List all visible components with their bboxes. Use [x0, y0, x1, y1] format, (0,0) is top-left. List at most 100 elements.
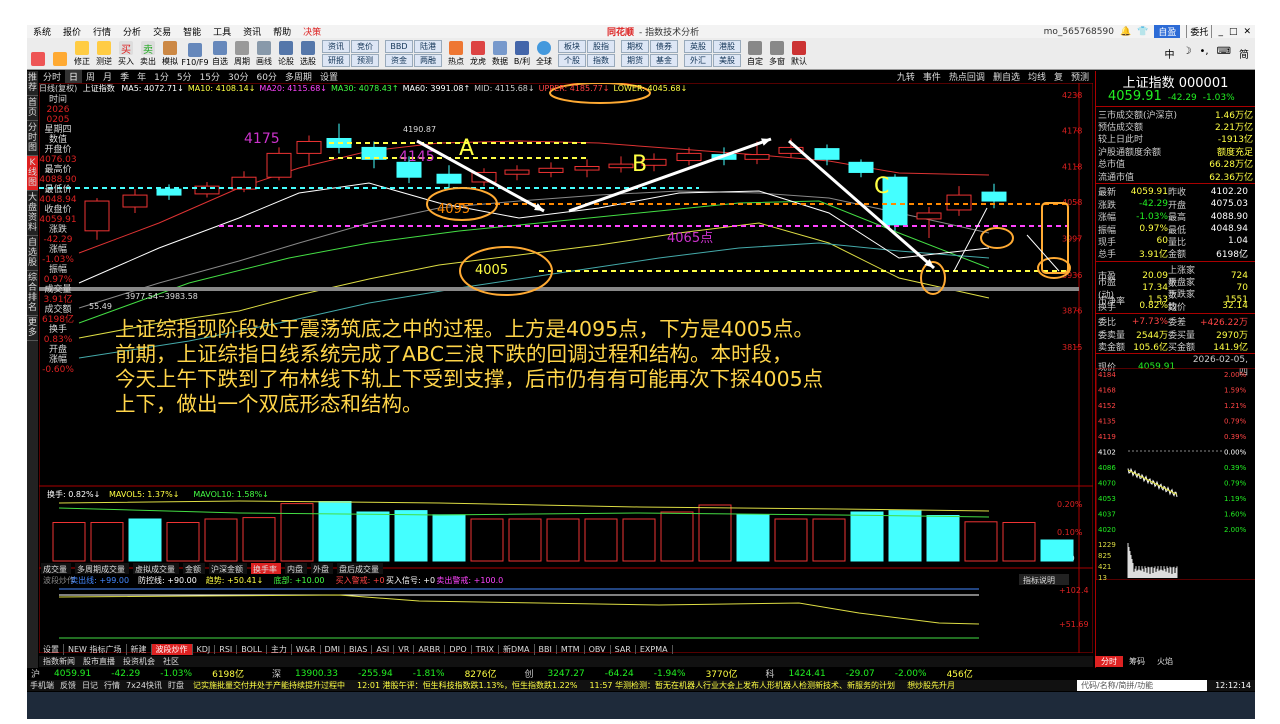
period-tab[interactable]: 月	[99, 70, 116, 83]
index-ticker-item[interactable]: 创	[520, 667, 537, 680]
toolbar-default-button[interactable]: 默认	[788, 38, 810, 68]
news-button[interactable]: 资讯	[322, 40, 350, 53]
period-tab-active[interactable]: 日	[65, 70, 83, 83]
period-tab[interactable]: 多周期	[281, 70, 316, 83]
toolbar-grid-button[interactable]	[27, 38, 49, 68]
menu-tools[interactable]: 工具	[207, 25, 237, 38]
toolbar-bl-button[interactable]: B/利	[511, 38, 533, 68]
right-tab-chips[interactable]: 筹码	[1123, 656, 1151, 667]
toolbar-dragon-button[interactable]: 龙虎	[467, 38, 489, 68]
period-tab[interactable]: 1分	[150, 70, 173, 83]
period-right-tab[interactable]: 均线	[1024, 70, 1050, 83]
index-ticker-item[interactable]: 科	[761, 667, 778, 680]
menu-system[interactable]: 系统	[27, 25, 57, 38]
funds-button[interactable]: 资金	[385, 54, 413, 67]
toolbar-hot-button[interactable]: 热点	[445, 38, 467, 68]
option-button[interactable]: 期权	[621, 40, 649, 53]
indicator-tab[interactable]: TRIX	[472, 644, 499, 654]
bbd-button[interactable]: BBD	[385, 40, 413, 53]
report-button[interactable]: 研报	[322, 54, 350, 67]
futures-button[interactable]: 期货	[621, 54, 649, 67]
index-button[interactable]: 指数	[587, 54, 615, 67]
toolbar-period-button[interactable]: 周期	[231, 38, 253, 68]
index-ticker-item[interactable]: 深	[268, 667, 285, 680]
menu-smart[interactable]: 智能	[177, 25, 207, 38]
bell-icon[interactable]: 🔔	[1120, 27, 1131, 37]
menu-help[interactable]: 帮助	[267, 25, 297, 38]
period-tab[interactable]: 季	[116, 70, 133, 83]
stock-button[interactable]: 个股	[558, 54, 586, 67]
index-fut-button[interactable]: 股指	[587, 40, 615, 53]
side-tab-watchlist[interactable]: 自选股	[27, 236, 38, 271]
hk-connect-button[interactable]: 陆港	[414, 40, 442, 53]
toolbar-multi-button[interactable]: 多窗	[766, 38, 788, 68]
indicator-tab[interactable]: BOLL	[237, 644, 267, 654]
ime-simplified[interactable]: 简	[1239, 46, 1249, 61]
toolbar-data-button[interactable]: 数据	[489, 38, 511, 68]
period-tab[interactable]: 年	[133, 70, 150, 83]
toolbar-back-button[interactable]	[49, 38, 71, 68]
margin-button[interactable]: 两融	[414, 54, 442, 67]
indicator-tab[interactable]: SAR	[611, 644, 636, 654]
mini-timeshare-chart[interactable]: 4184 4168 4152 4135 4119 4102 4086 4070 4053 4037…	[1095, 367, 1255, 582]
menu-quote[interactable]: 报价	[57, 25, 87, 38]
search-input[interactable]: 代码/名称/简拼/功能	[1077, 680, 1207, 691]
indicator-tab[interactable]: DPO	[445, 644, 472, 654]
indicator-tab[interactable]: W&R	[292, 644, 321, 654]
indicator-tab[interactable]: NEW 指标广场	[64, 643, 127, 655]
menu-decision[interactable]: 决策	[297, 25, 327, 38]
hk-stock-button[interactable]: 港股	[713, 40, 741, 53]
minimize-icon[interactable]: _	[1218, 27, 1223, 37]
maximize-icon[interactable]: □	[1229, 27, 1238, 37]
period-right-tab[interactable]: 热点回调	[945, 70, 989, 83]
flash-link[interactable]: 7x24快讯	[123, 680, 165, 691]
indicator-tab[interactable]: BBI	[535, 644, 557, 654]
toolbar-sim-button[interactable]: 模拟	[159, 38, 181, 68]
watch-link[interactable]: 盯盘	[165, 680, 187, 691]
period-right-tab[interactable]: 事件	[919, 70, 945, 83]
diary-link[interactable]: 日记	[79, 680, 101, 691]
period-tab[interactable]: 5分	[173, 70, 196, 83]
indicator-tab[interactable]: VR	[394, 644, 415, 654]
side-tab-more[interactable]: 更多	[27, 316, 38, 341]
toolbar-buy-button[interactable]: 买买入	[115, 38, 137, 68]
news-tab[interactable]: 投资机会	[119, 656, 159, 667]
menu-analysis[interactable]: 分析	[117, 25, 147, 38]
indicator-tab[interactable]: BIAS	[345, 644, 373, 654]
side-tab-recommend[interactable]: 推荐	[27, 71, 38, 96]
bid-button[interactable]: 竞价	[351, 40, 379, 53]
period-right-tab[interactable]: 复	[1050, 70, 1067, 83]
indicator-tab[interactable]: 波段炒作	[151, 643, 193, 655]
indicator-tab[interactable]: 新建	[127, 643, 152, 655]
menu-news[interactable]: 资讯	[237, 25, 267, 38]
news-item[interactable]: 想炒股先升月	[901, 680, 961, 691]
side-tab-kline[interactable]: K线图	[27, 156, 38, 191]
uk-stock-button[interactable]: 英股	[684, 40, 712, 53]
ime-moon-icon[interactable]: ☽	[1183, 46, 1192, 61]
toolbar-watch-button[interactable]: 自选	[209, 38, 231, 68]
news-tab[interactable]: 社区	[159, 656, 183, 667]
period-tab[interactable]: 30分	[224, 70, 252, 83]
period-tab[interactable]: 15分	[196, 70, 224, 83]
forecast-button[interactable]: 预测	[351, 54, 379, 67]
right-tab-flame[interactable]: 火焰	[1151, 656, 1179, 667]
toolbar-test-button[interactable]: 测逆	[93, 38, 115, 68]
news-tab[interactable]: 股市直播	[79, 656, 119, 667]
zixuan-button[interactable]: 自盈	[1154, 25, 1181, 38]
indicator-tab[interactable]: EXPMA	[636, 644, 673, 654]
news-item[interactable]: 11:57 华测检测：暂无在机器人行业大会上发布人形机器人检测新技术、新服务的计…	[583, 680, 901, 691]
indicator-tab[interactable]: DMI	[321, 644, 345, 654]
weituo-button[interactable]: 委托	[1186, 25, 1213, 39]
toolbar-fix-button[interactable]: 修正	[71, 38, 93, 68]
fund-button[interactable]: 基金	[650, 54, 678, 67]
ime-dot[interactable]: •,	[1199, 46, 1208, 61]
news-item[interactable]: 记实施批量交付并处于产能持续提升过程中	[187, 680, 351, 691]
indicator-tab[interactable]: MTM	[557, 644, 585, 654]
market-link[interactable]: 行情	[101, 680, 123, 691]
period-right-tab[interactable]: 九转	[893, 70, 919, 83]
indicator-tab[interactable]: 新DMA	[499, 643, 535, 655]
indicator-tab[interactable]: 设置	[39, 643, 64, 655]
indicator-tab[interactable]: KDJ	[193, 644, 216, 654]
ime-cn[interactable]: 中	[1165, 46, 1175, 61]
close-icon[interactable]: ✕	[1243, 27, 1251, 37]
